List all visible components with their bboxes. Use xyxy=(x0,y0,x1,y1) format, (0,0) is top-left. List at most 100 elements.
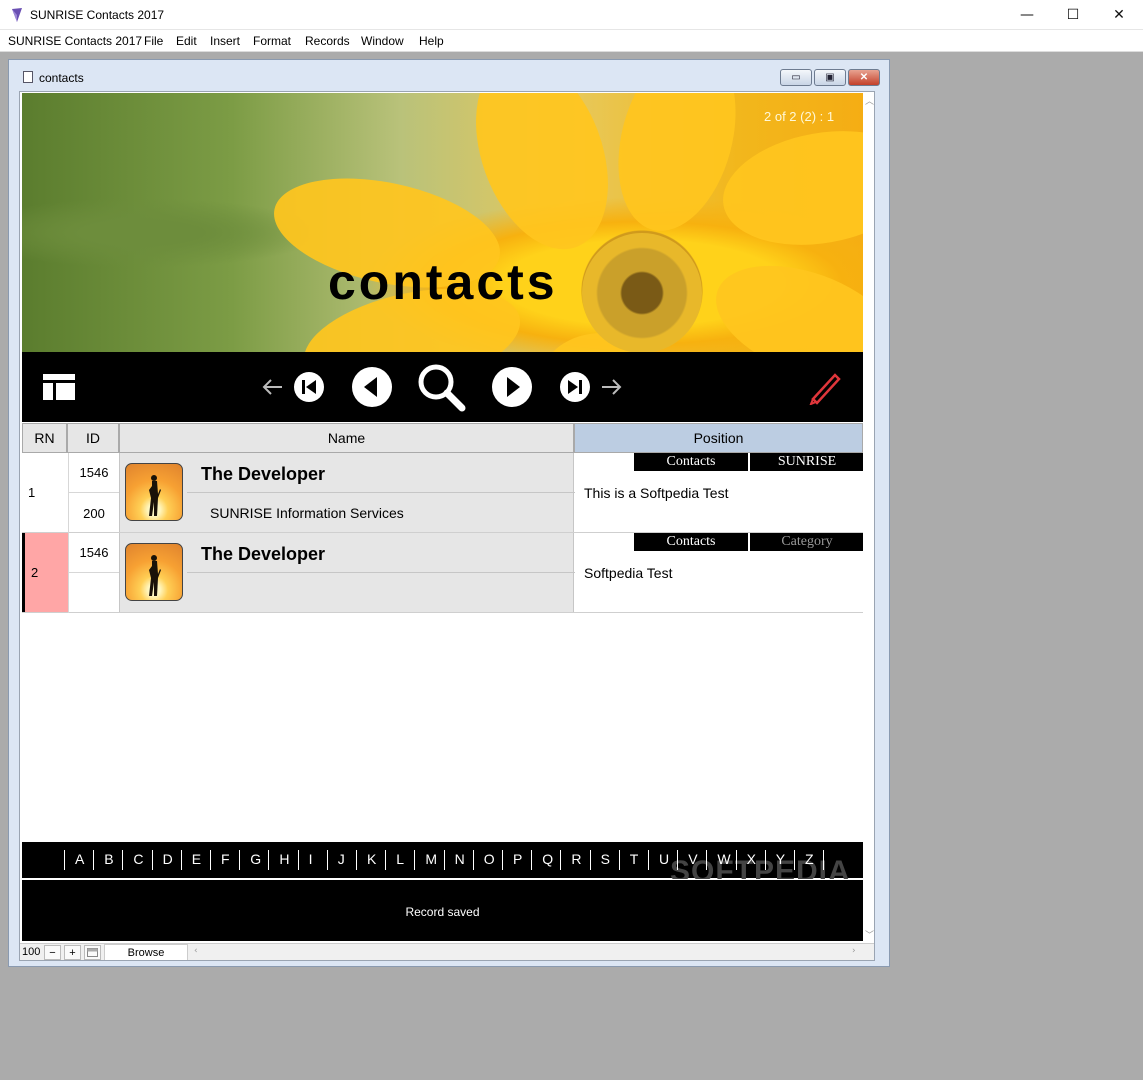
close-button[interactable]: ✕ xyxy=(1096,0,1142,30)
zoom-out-button[interactable]: − xyxy=(44,945,61,960)
letter-filter-u[interactable]: U xyxy=(659,851,669,867)
letter-filter-z[interactable]: Z xyxy=(805,851,814,867)
contacts-tag[interactable]: Contacts xyxy=(634,453,748,471)
menu-edit[interactable]: Edit xyxy=(176,34,197,48)
zoom-level[interactable]: 100 xyxy=(22,946,40,958)
letter-filter-y[interactable]: Y xyxy=(776,851,785,867)
first-record-icon[interactable] xyxy=(293,371,325,403)
position-text[interactable]: Softpedia Test xyxy=(584,565,672,581)
letter-filter-v[interactable]: V xyxy=(688,851,697,867)
letter-filter-m[interactable]: M xyxy=(425,851,437,867)
arrow-right-icon[interactable] xyxy=(600,377,622,397)
separator xyxy=(93,850,95,870)
contact-name[interactable]: The Developer xyxy=(201,544,325,565)
separator xyxy=(443,850,445,870)
letter-filter-d[interactable]: D xyxy=(163,851,173,867)
letter-filter-f[interactable]: F xyxy=(221,851,230,867)
id-field[interactable]: 1546 xyxy=(68,453,119,493)
letter-filter-r[interactable]: R xyxy=(571,851,581,867)
column-header-rn[interactable]: RN xyxy=(22,423,67,453)
menu-records[interactable]: Records xyxy=(305,34,350,48)
position-text[interactable]: This is a Softpedia Test xyxy=(584,485,728,501)
separator xyxy=(122,850,124,870)
scroll-left-icon[interactable]: ‹ xyxy=(194,946,198,956)
letter-filter-g[interactable]: G xyxy=(250,851,261,867)
column-header-position[interactable]: Position xyxy=(574,423,863,453)
secondary-id-field[interactable]: 200 xyxy=(68,493,119,533)
contacts-tag[interactable]: Contacts xyxy=(634,533,748,551)
letter-filter-q[interactable]: Q xyxy=(542,851,553,867)
letter-filter-c[interactable]: C xyxy=(133,851,143,867)
letter-filter-p[interactable]: P xyxy=(513,851,522,867)
header-title: contacts xyxy=(328,254,558,310)
separator xyxy=(589,850,591,870)
bottom-status-bar: 100 − + Browse ‹ › xyxy=(20,943,874,960)
menu-help[interactable]: Help xyxy=(419,34,444,48)
minimize-button[interactable]: — xyxy=(1004,0,1050,30)
id-field[interactable]: 1546 xyxy=(68,533,119,573)
letter-filter-w[interactable]: W xyxy=(717,851,730,867)
letter-filter-k[interactable]: K xyxy=(367,851,376,867)
separator xyxy=(151,850,153,870)
separator xyxy=(677,850,679,870)
category-tag[interactable]: SUNRISE xyxy=(750,453,864,471)
contact-photo[interactable] xyxy=(125,543,183,601)
scroll-right-icon[interactable]: › xyxy=(852,946,856,956)
search-icon[interactable] xyxy=(416,362,466,412)
table-row[interactable]: 1 1546 200 The Developer SUNRISE Informa… xyxy=(22,453,864,533)
child-minimize-button[interactable]: ▭ xyxy=(780,69,812,86)
letter-filter-i[interactable]: I xyxy=(309,851,313,867)
secondary-id-field[interactable] xyxy=(68,573,119,613)
scroll-down-icon[interactable]: ﹀ xyxy=(865,928,874,941)
name-cell[interactable]: The Developer SUNRISE Information Servic… xyxy=(119,453,575,532)
letter-filter-x[interactable]: X xyxy=(747,851,756,867)
table-row[interactable]: 2 1546 The Developer Contacts Category S… xyxy=(22,533,864,613)
mode-popup[interactable]: Browse xyxy=(104,944,188,960)
menu-app[interactable]: SUNRISE Contacts 2017 xyxy=(8,34,142,48)
layout-icon[interactable] xyxy=(42,372,76,402)
separator xyxy=(706,850,708,870)
letter-filter-o[interactable]: O xyxy=(484,851,495,867)
contact-name[interactable]: The Developer xyxy=(201,464,325,485)
column-header-id[interactable]: ID xyxy=(67,423,119,453)
menu-window[interactable]: Window xyxy=(361,34,404,48)
previous-record-icon[interactable] xyxy=(351,366,393,408)
maximize-button[interactable]: ☐ xyxy=(1050,0,1096,30)
child-restore-button[interactable]: ▣ xyxy=(814,69,846,86)
separator xyxy=(794,850,795,870)
menu-insert[interactable]: Insert xyxy=(210,34,240,48)
letter-filter-n[interactable]: N xyxy=(455,851,465,867)
separator xyxy=(502,850,503,870)
separator xyxy=(735,850,737,870)
position-cell[interactable]: Contacts Category Softpedia Test xyxy=(574,533,864,612)
contact-photo[interactable] xyxy=(125,463,183,521)
company-name[interactable]: SUNRISE Information Services xyxy=(210,505,404,521)
vertical-scrollbar[interactable]: ︿ ﹀ xyxy=(863,92,874,943)
category-tag[interactable]: Category xyxy=(750,533,864,551)
letter-filter-a[interactable]: A xyxy=(75,851,84,867)
position-cell[interactable]: Contacts SUNRISE This is a Softpedia Tes… xyxy=(574,453,864,532)
column-header-name[interactable]: Name xyxy=(119,423,574,453)
letter-filter-h[interactable]: H xyxy=(279,851,289,867)
child-close-button[interactable]: ✕ xyxy=(848,69,880,86)
last-record-icon[interactable] xyxy=(559,371,591,403)
letter-filter-e[interactable]: E xyxy=(192,851,201,867)
name-cell[interactable]: The Developer xyxy=(119,533,575,612)
next-record-icon[interactable] xyxy=(491,366,533,408)
letter-filter-s[interactable]: S xyxy=(601,851,610,867)
separator xyxy=(297,850,299,870)
separator xyxy=(326,850,328,870)
edit-pencil-icon[interactable] xyxy=(807,369,843,405)
app-titlebar: SUNRISE Contacts 2017 — ☐ ✕ xyxy=(0,0,1143,30)
letter-filter-j[interactable]: J xyxy=(338,851,345,867)
letter-filter-l[interactable]: L xyxy=(396,851,404,867)
arrow-left-icon[interactable] xyxy=(262,377,284,397)
menu-format[interactable]: Format xyxy=(253,34,291,48)
menu-file[interactable]: File xyxy=(144,34,163,48)
toggle-toolbar-button[interactable] xyxy=(84,945,101,960)
letter-filter-b[interactable]: B xyxy=(104,851,113,867)
status-message: Record saved xyxy=(405,905,480,919)
letter-filter-t[interactable]: T xyxy=(630,851,639,867)
zoom-in-button[interactable]: + xyxy=(64,945,81,960)
scroll-up-icon[interactable]: ︿ xyxy=(865,94,874,107)
